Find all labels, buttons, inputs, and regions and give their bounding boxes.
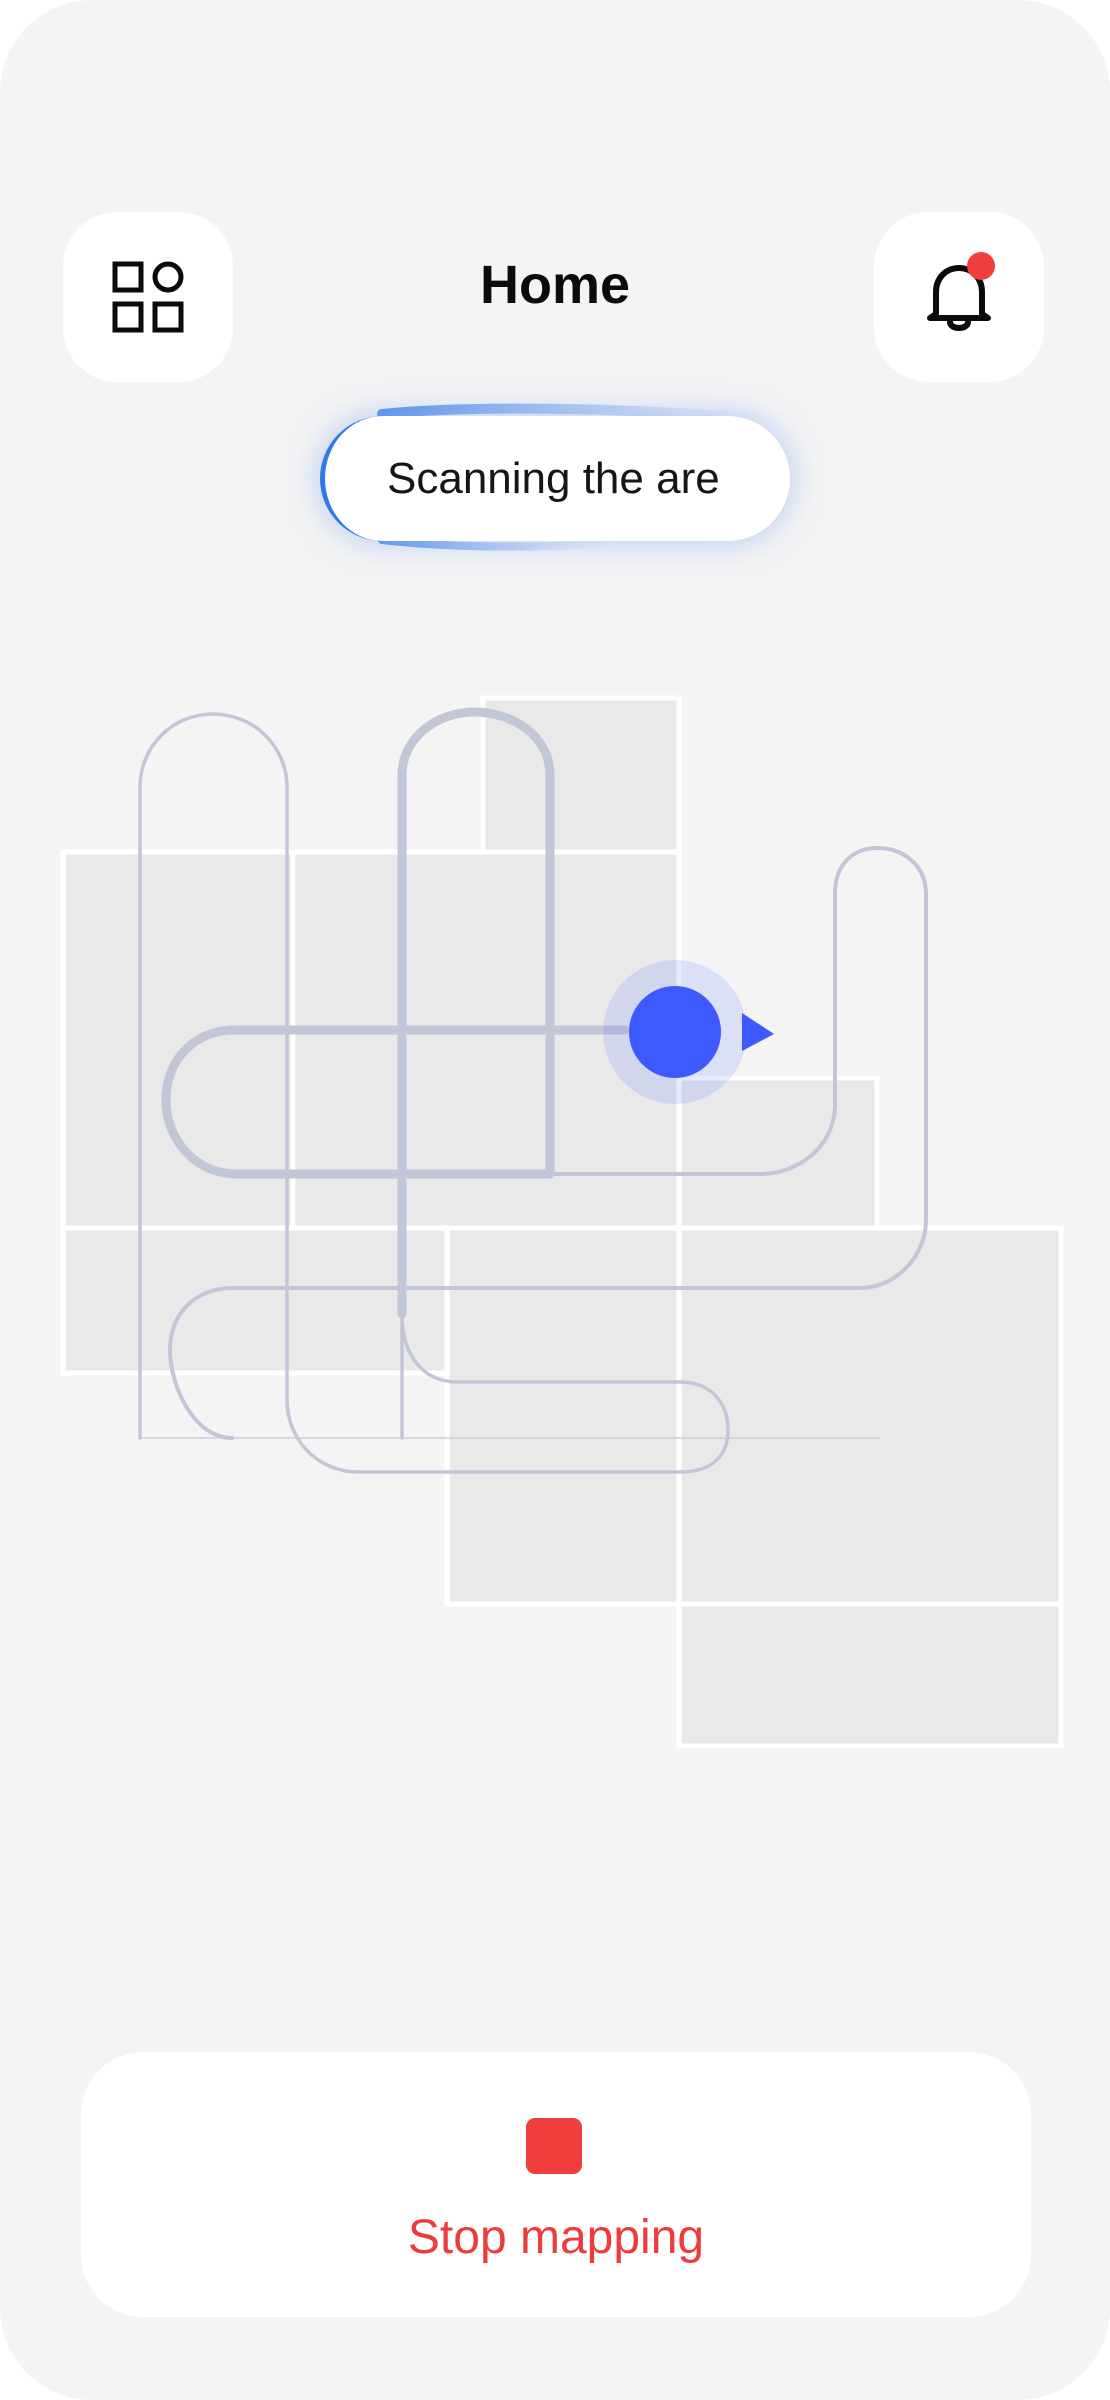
app-screen: Home Scanning the are Stop mapping	[0, 0, 1110, 2400]
notifications-button[interactable]	[874, 212, 1044, 382]
map-room	[676, 1601, 1064, 1749]
status-text: Scanning the are	[387, 453, 720, 503]
status-pill: Scanning the are	[320, 416, 790, 541]
bell-icon	[927, 252, 995, 331]
map-room	[444, 1225, 682, 1607]
notification-badge	[967, 252, 995, 280]
stop-square-icon	[526, 2118, 582, 2174]
scanning-status: Scanning the are	[312, 398, 802, 558]
direction-arrow-icon	[742, 1013, 774, 1051]
stop-mapping-button[interactable]: Stop mapping	[81, 2052, 1031, 2317]
map-room	[60, 1225, 450, 1376]
floor-map	[60, 695, 1064, 1749]
map-room	[676, 1075, 880, 1231]
robot-position	[629, 986, 721, 1078]
map-rooms	[60, 695, 1064, 1749]
stop-mapping-label: Stop mapping	[407, 2211, 705, 2264]
map-room	[676, 1225, 1064, 1607]
